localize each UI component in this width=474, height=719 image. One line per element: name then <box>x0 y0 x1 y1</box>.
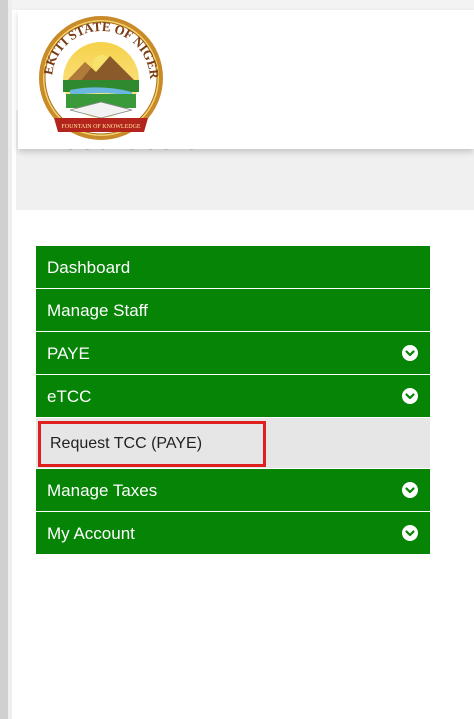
sidebar-item-manage-staff[interactable]: Manage Staff <box>36 289 430 332</box>
sidebar-item-label: PAYE <box>47 344 90 363</box>
sidebar-item-my-account[interactable]: My Account <box>36 512 430 555</box>
seal-motto: FOUNTAIN OF KNOWLEDGE <box>61 124 141 130</box>
ekiti-state-logo[interactable]: EKITI STATE OF NIGERIA FOUNTAIN OF KNOWL… <box>25 2 172 146</box>
submenu-item-request-tcc-paye[interactable]: Request TCC (PAYE) <box>36 418 430 469</box>
submenu-item-label: Request TCC (PAYE) <box>50 435 203 452</box>
sidebar-item-manage-taxes[interactable]: Manage Taxes <box>36 469 430 512</box>
sidebar-item-label: Dashboard <box>47 258 131 277</box>
app-window: Food Court EKITI STATE OF NIGERIA <box>0 0 474 719</box>
sidebar-item-label: Manage Taxes <box>47 481 158 500</box>
chevron-down-icon[interactable] <box>402 388 418 404</box>
sidebar-item-label: My Account <box>47 524 135 543</box>
left-rail <box>0 0 8 719</box>
chevron-down-icon[interactable] <box>402 345 418 361</box>
seal-icon: EKITI STATE OF NIGERIA FOUNTAIN OF KNOWL… <box>25 2 163 140</box>
left-rail-edge <box>8 0 12 719</box>
sidebar-menu: Dashboard Manage Staff PAYE eTCC Request… <box>36 246 430 555</box>
sidebar-item-paye[interactable]: PAYE <box>36 332 430 375</box>
sidebar-item-dashboard[interactable]: Dashboard <box>36 246 430 289</box>
chevron-down-icon[interactable] <box>402 482 418 498</box>
top-strip <box>12 0 474 10</box>
sidebar-item-label: Manage Staff <box>47 301 148 320</box>
sidebar-item-label: eTCC <box>47 387 92 406</box>
chevron-down-icon[interactable] <box>402 525 418 541</box>
sidebar-item-etcc[interactable]: eTCC <box>36 375 430 418</box>
